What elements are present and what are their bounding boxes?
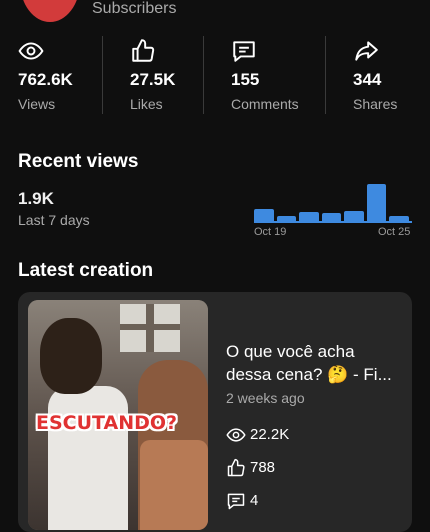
latest-creation-title: Latest creation [18,260,154,281]
stat-label: Comments [231,96,299,112]
thumbnail-caption: ESCUTANDO? [36,412,178,434]
stats-row: 762.6K Views 27.5K Likes 155 Comments 34… [0,36,430,116]
stat-value: 344 [353,70,382,89]
video-views-value: 22.2K [250,426,290,443]
stat-label: Shares [353,96,398,112]
recent-views-title: Recent views [18,151,139,172]
eye-icon [18,42,44,60]
video-age: 2 weeks ago [226,390,305,406]
chart-axis [254,221,412,223]
video-likes-value: 788 [250,459,276,476]
thumbnail-person-head [40,318,102,394]
recent-views-chart[interactable] [254,184,412,222]
stat-divider [102,36,103,114]
stat-label: Likes [130,96,163,112]
chart-tick-label: Oct 25 [378,226,411,238]
chart-tick-label: Oct 19 [254,226,287,238]
video-title[interactable]: O que você acha dessa cena? 🤔 - Fi... [226,340,398,386]
thumbnail-window [120,304,180,352]
stat-divider [203,36,204,114]
chart-bar-oct-24 [366,184,387,222]
video-thumbnail[interactable]: ESCUTANDO? [28,300,208,530]
thumbs-up-icon [227,458,245,477]
recent-views-value: 1.9K [18,189,54,208]
stat-divider [325,36,326,114]
stat-value: 155 [231,70,260,89]
stat-label: Views [18,96,56,112]
stat-value: 762.6K [18,70,73,89]
chart-bar-oct-19 [254,208,274,222]
thumbs-up-icon [132,39,155,62]
eye-icon [226,428,246,442]
share-icon [355,41,378,61]
thumbnail-person-body [48,386,128,530]
comment-icon [233,41,255,62]
recent-views-period: Last 7 days [18,212,90,228]
latest-video-card[interactable]: ESCUTANDO? O que você acha dessa cena? 🤔… [18,292,412,532]
thumbnail-person-right-shirt [140,440,208,530]
channel-avatar[interactable] [20,0,80,22]
subscribers-label: Subscribers [92,0,177,17]
stat-value: 27.5K [130,70,176,89]
comment-icon [227,493,245,510]
video-comments-value: 4 [250,492,259,509]
